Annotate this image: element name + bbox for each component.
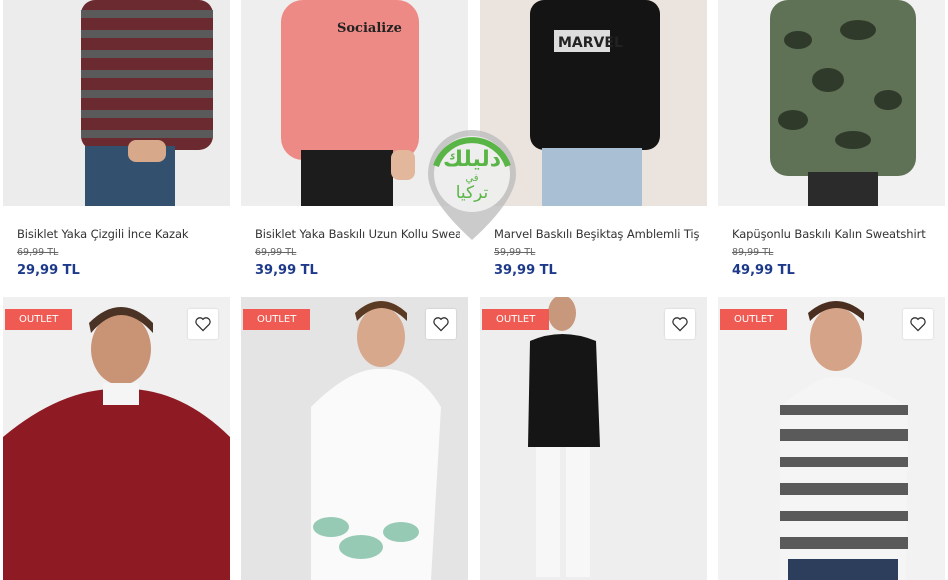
outlet-badge: OUTLET [482,309,550,330]
product-card[interactable]: OUTLET [718,297,945,580]
product-image[interactable] [3,297,230,580]
product-photo [718,297,945,580]
shirt-print: Socialize [337,21,402,36]
product-card[interactable]: OUTLET [241,297,468,580]
watermark-line1: دليلك [443,147,501,172]
product-photo [718,0,945,206]
old-price: 89,99 TL [732,247,774,258]
favorite-button[interactable] [665,309,695,339]
product-image[interactable] [241,297,468,580]
product-card[interactable]: Kapüşonlu Baskılı Kalın Sweatshirt 89,99… [718,0,945,290]
product-card[interactable]: OUTLET [480,297,707,580]
product-image[interactable] [480,297,707,580]
price: 49,99 TL [732,263,795,278]
heart-icon [195,317,211,332]
product-image[interactable] [718,0,945,206]
shirt-print: MARVEL [558,35,623,51]
heart-icon [910,317,926,332]
product-photo [480,297,707,580]
product-card[interactable]: OUTLET [3,297,230,580]
product-image[interactable] [3,0,230,206]
old-price: 59,99 TL [494,247,536,258]
watermark-logo: دليلك في تركيا [424,126,520,244]
product-image[interactable] [718,297,945,580]
outlet-badge: OUTLET [720,309,788,330]
old-price: 69,99 TL [255,247,297,258]
product-photo [3,297,230,580]
product-photo [241,297,468,580]
price: 29,99 TL [17,263,80,278]
watermark-line3: تركيا [456,183,489,203]
price: 39,99 TL [255,263,318,278]
favorite-button[interactable] [426,309,456,339]
outlet-badge: OUTLET [243,309,311,330]
favorite-button[interactable] [903,309,933,339]
old-price: 69,99 TL [17,247,59,258]
favorite-button[interactable] [188,309,218,339]
map-pin-icon: دليلك في تركيا [428,130,516,240]
product-photo [3,0,230,206]
product-name[interactable]: Kapüşonlu Baskılı Kalın Sweatshirt [732,227,937,241]
heart-icon [672,317,688,332]
outlet-badge: OUTLET [5,309,73,330]
product-name[interactable]: Marvel Baskılı Beşiktaş Amblemli Tiş... [494,227,699,241]
heart-icon [433,317,449,332]
product-name[interactable]: Bisiklet Yaka Çizgili İnce Kazak [17,227,222,241]
price: 39,99 TL [494,263,557,278]
product-card[interactable]: Bisiklet Yaka Çizgili İnce Kazak 69,99 T… [3,0,230,290]
